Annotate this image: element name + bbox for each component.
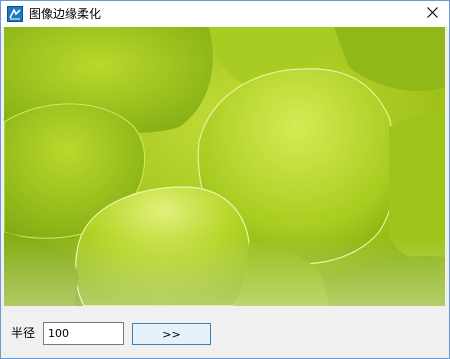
app-window: 图像边缘柔化 半径 100 >> bbox=[0, 0, 450, 359]
apply-button[interactable]: >> bbox=[132, 323, 211, 345]
title-bar[interactable]: 图像边缘柔化 bbox=[1, 1, 449, 27]
close-icon bbox=[426, 7, 438, 21]
window-title: 图像边缘柔化 bbox=[29, 7, 102, 21]
succulent-photo bbox=[4, 27, 445, 306]
radius-input[interactable] bbox=[43, 322, 124, 345]
image-preview bbox=[4, 27, 445, 306]
close-button[interactable] bbox=[415, 1, 449, 27]
app-logo-icon bbox=[7, 6, 23, 22]
radius-label: 半径 bbox=[11, 326, 36, 340]
